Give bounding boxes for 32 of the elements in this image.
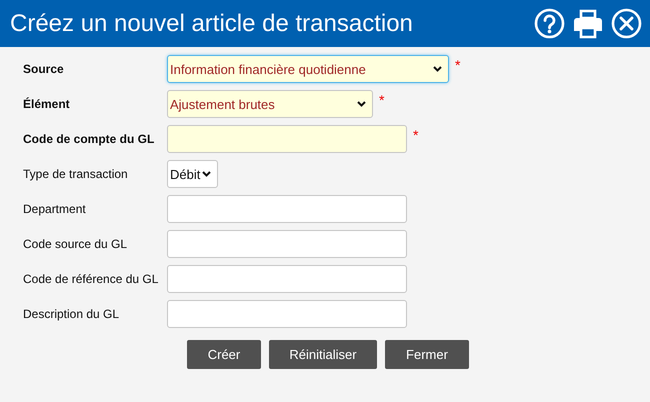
required-mark: * [379, 92, 384, 108]
chevron-icon [357, 101, 366, 107]
input-field[interactable] [167, 125, 407, 153]
action-button[interactable]: Réinitialiser [269, 340, 377, 369]
help-icon[interactable] [534, 8, 565, 39]
field-label: Élément [23, 97, 71, 111]
field-label: Department [23, 202, 87, 216]
select-field[interactable]: Information financière quotidienne [167, 55, 449, 83]
print-icon[interactable] [572, 8, 604, 38]
field-label: Type de transaction [23, 167, 129, 181]
close-icon[interactable] [611, 8, 642, 39]
field-label: Code de compte du GL [23, 132, 156, 146]
field-label: Source [23, 62, 65, 76]
select-value: Ajustement brutes [170, 96, 276, 112]
select-field[interactable]: Débit [167, 160, 218, 188]
input-field[interactable] [167, 265, 407, 293]
field-label: Description du GL [23, 307, 120, 321]
select-value: Information financière quotidienne [170, 62, 367, 76]
chevron-icon [202, 171, 211, 177]
input-field[interactable] [167, 195, 407, 223]
required-mark: * [413, 127, 418, 143]
input-field[interactable] [167, 230, 407, 258]
required-mark: * [455, 57, 460, 73]
action-button[interactable]: Créer [187, 340, 261, 369]
chevron-icon [433, 66, 442, 72]
select-field[interactable]: Ajustement brutes [167, 90, 373, 118]
select-value: Débit [170, 166, 202, 182]
window-title: Créez un nouvel article de transaction [10, 10, 414, 38]
action-button[interactable]: Fermer [385, 340, 469, 369]
field-label: Code de référence du GL [23, 272, 160, 286]
input-field[interactable] [167, 300, 407, 328]
field-label: Code source du GL [23, 237, 128, 251]
